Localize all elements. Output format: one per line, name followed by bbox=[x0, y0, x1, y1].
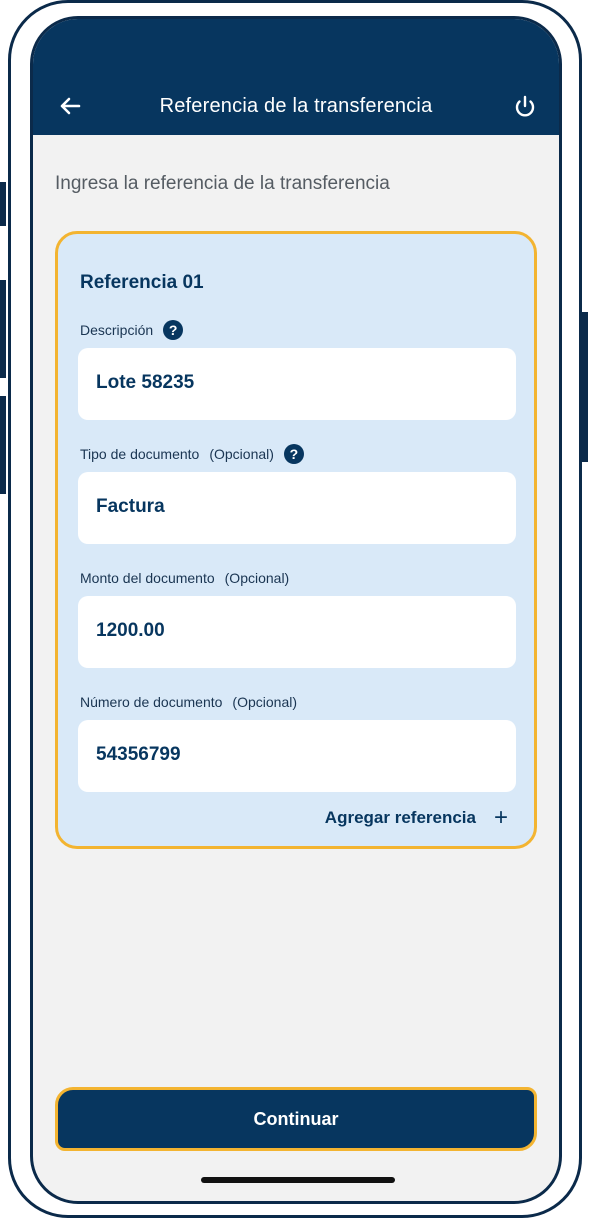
document-type-field[interactable]: Factura bbox=[78, 472, 516, 544]
add-reference-button[interactable]: Agregar referencia + bbox=[324, 804, 508, 831]
help-icon[interactable]: ? bbox=[283, 444, 304, 464]
phone-side-button-power bbox=[582, 312, 588, 462]
power-icon[interactable] bbox=[511, 93, 539, 121]
optional-tag: (Opcional) bbox=[224, 570, 290, 586]
add-reference-label: Agregar referencia bbox=[324, 808, 476, 827]
plus-icon: + bbox=[493, 804, 508, 831]
reference-title: Referencia 01 bbox=[80, 272, 204, 293]
reference-card: Referencia 01 Descripción ? Lote 58235 T… bbox=[55, 231, 537, 849]
page-title: Referencia de la transferencia bbox=[159, 95, 433, 117]
optional-tag: (Opcional) bbox=[209, 446, 274, 462]
description-label: Descripción ? bbox=[80, 320, 184, 340]
optional-tag: (Opcional) bbox=[232, 694, 298, 710]
document-amount-label-text: Monto del documento bbox=[80, 570, 215, 586]
description-field[interactable]: Lote 58235 bbox=[78, 348, 516, 420]
document-type-value: Factura bbox=[96, 496, 165, 517]
document-number-label: Número de documento (Opcional) bbox=[80, 694, 297, 710]
document-number-label-text: Número de documento bbox=[80, 694, 223, 710]
document-number-value: 54356799 bbox=[96, 744, 181, 765]
phone-side-button-volume-up bbox=[0, 280, 6, 378]
phone-side-button-volume-down bbox=[0, 396, 6, 494]
help-icon[interactable]: ? bbox=[163, 320, 184, 340]
instruction-text: Ingresa la referencia de la transferenci… bbox=[55, 173, 390, 194]
continue-button[interactable]: Continuar bbox=[55, 1087, 537, 1151]
description-label-text: Descripción bbox=[80, 322, 154, 338]
phone-side-button-mute bbox=[0, 182, 6, 226]
app-screen: Referencia de la transferencia Ingresa l… bbox=[30, 16, 562, 1204]
description-value: Lote 58235 bbox=[96, 372, 195, 393]
document-amount-field[interactable]: 1200.00 bbox=[78, 596, 516, 668]
home-indicator[interactable] bbox=[201, 1177, 395, 1183]
document-amount-value: 1200.00 bbox=[96, 620, 165, 641]
document-amount-label: Monto del documento (Opcional) bbox=[80, 570, 289, 586]
document-type-label-text: Tipo de documento bbox=[80, 446, 200, 462]
document-number-field[interactable]: 54356799 bbox=[78, 720, 516, 792]
document-type-label: Tipo de documento (Opcional) ? bbox=[80, 444, 304, 464]
top-app-bar: Referencia de la transferencia bbox=[33, 19, 559, 135]
